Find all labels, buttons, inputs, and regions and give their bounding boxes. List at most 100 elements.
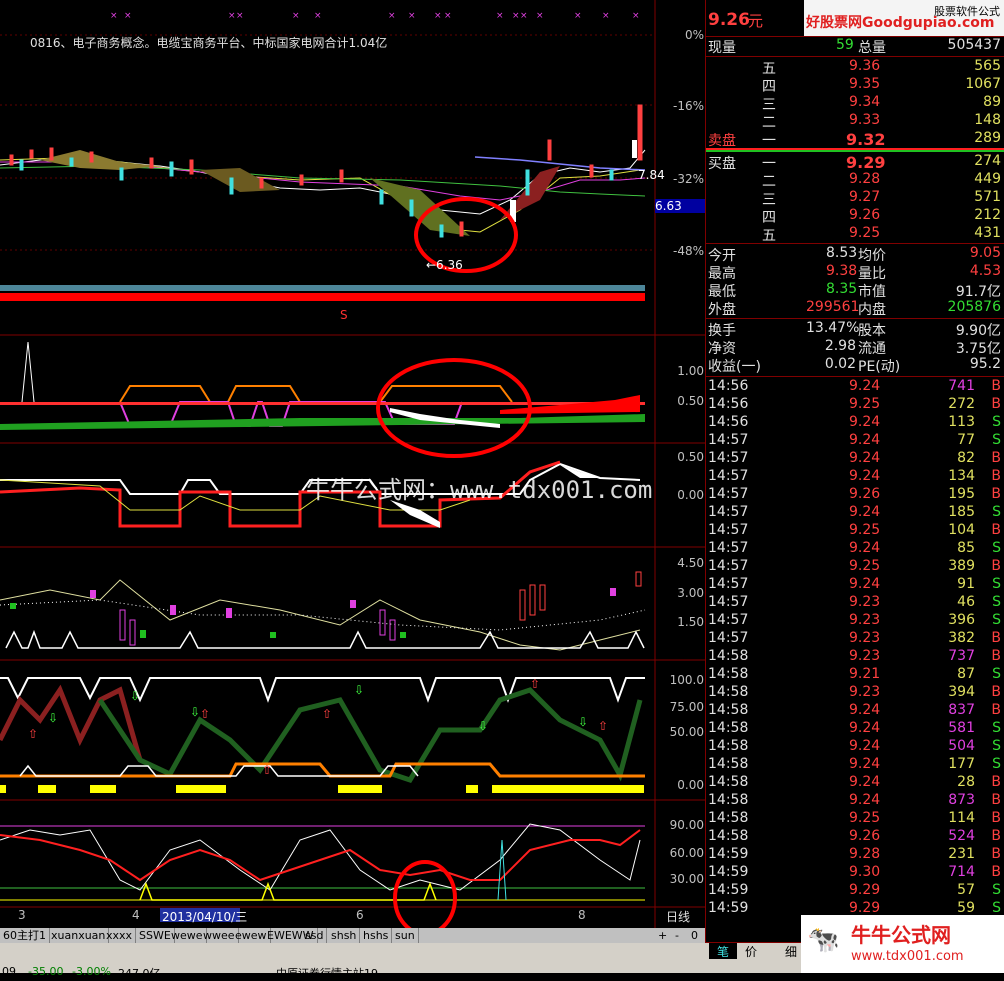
stat-row: 最高 9.38 量比 4.53 <box>708 263 1001 282</box>
site-logo: 股票软件公式 好股票网Goodgupiao.com <box>804 0 1004 36</box>
price-axis-label: -32% <box>672 172 704 186</box>
right-bottom-bar: 笔 价 细 🐄 牛牛公式网 www.tdx001.com <box>705 915 1004 973</box>
tick-volume: 113 <box>948 414 975 430</box>
buy-level-5: 五 9.25 431 <box>762 225 1001 244</box>
stat-row: 今开 8.53 均价 9.05 <box>708 245 1001 264</box>
svg-text:⇧: ⇧ <box>28 727 38 741</box>
tick-price: 9.24 <box>849 756 881 772</box>
tick-volume: 873 <box>948 792 975 808</box>
price-unit: 元 <box>748 12 764 30</box>
ind5-axis-label: 60.00 <box>669 846 704 860</box>
tick-price: 9.25 <box>849 522 881 538</box>
footer-watermark: 牛牛公式网 <box>851 923 951 947</box>
tick-time: 14:57 <box>708 450 749 466</box>
svg-text:×: × <box>536 11 544 21</box>
tick-side: B <box>991 396 1001 412</box>
tick-time: 14:57 <box>708 558 749 574</box>
tick-side: S <box>992 882 1001 898</box>
zoom-in-button[interactable]: + <box>655 928 670 943</box>
tick-time: 14:58 <box>708 792 749 808</box>
svg-text:×: × <box>236 11 244 21</box>
tab-formula[interactable]: ssd <box>302 928 328 943</box>
tick-side: B <box>991 558 1001 574</box>
tick-volume: 737 <box>948 648 975 664</box>
tick-volume: 59 <box>957 900 975 916</box>
tick-row: 14:57 9.24 82 B <box>706 450 1004 468</box>
tab-ticks[interactable]: 笔 <box>709 943 737 959</box>
tick-price: 9.25 <box>849 396 881 412</box>
tick-side: B <box>991 486 1001 502</box>
tab-formula[interactable]: sun <box>392 928 419 943</box>
tab-formula[interactable]: xuanxuan <box>48 928 110 943</box>
ind1-axis-label: 1.00 <box>677 364 704 378</box>
tab-formula[interactable]: 60主打1 <box>0 928 50 943</box>
ind4-axis-label: 50.00 <box>669 725 704 739</box>
status-server[interactable]: 中原证券行情主站19 <box>276 965 378 981</box>
tick-side: B <box>991 630 1001 646</box>
ind4-axis-label: 75.00 <box>669 700 704 714</box>
tick-row: 14:57 9.23 396 S <box>706 612 1004 630</box>
tick-volume: 82 <box>957 450 975 466</box>
tick-volume: 524 <box>948 828 975 844</box>
tick-price: 9.21 <box>849 666 881 682</box>
tick-price: 9.24 <box>849 792 881 808</box>
stat-row: 外盘 299561 内盘 205876 <box>708 299 1001 318</box>
stat-row: 换手 13.47% 股本 9.90亿 <box>708 320 1001 339</box>
tick-price: 9.24 <box>849 378 881 394</box>
tick-time: 14:57 <box>708 540 749 556</box>
tick-time: 14:58 <box>708 684 749 700</box>
chart-area[interactable]: × × × × × × × × × × × × × × × × × ⇧ ⇧ ⇧ … <box>0 0 705 928</box>
tick-time: 14:58 <box>708 756 749 772</box>
tick-side: S <box>992 432 1001 448</box>
stat-row: 最低 8.35 市值 91.7亿 <box>708 281 1001 300</box>
buy-level-1: 买盘 一 9.29 274 <box>708 153 1001 172</box>
stat-row: 收益(一) 0.02 PE(动) 95.2 <box>708 356 1001 375</box>
svg-text:×: × <box>512 11 520 21</box>
tick-row: 14:58 9.24 581 S <box>706 720 1004 738</box>
period-label[interactable]: 日线 <box>666 908 690 925</box>
tick-price: 9.23 <box>849 630 881 646</box>
zoom-out-button[interactable]: - <box>672 928 682 943</box>
ind5-axis-label: 90.00 <box>669 818 704 832</box>
tick-price: 9.28 <box>849 846 881 862</box>
tab-formula[interactable]: shsh <box>328 928 361 943</box>
buy-level-2: 二 9.28 449 <box>762 171 1001 190</box>
tick-side: B <box>991 522 1001 538</box>
tab-formula[interactable]: xxxx <box>103 928 137 943</box>
tick-volume: 389 <box>948 558 975 574</box>
logo-text: 好股票网Goodgupiao.com <box>806 15 995 31</box>
tick-row: 14:57 9.23 46 S <box>706 594 1004 612</box>
tick-row: 14:58 9.23 394 B <box>706 684 1004 702</box>
tick-side: B <box>991 378 1001 394</box>
tick-row: 14:58 9.23 737 B <box>706 648 1004 666</box>
ind5-axis-label: 30.00 <box>669 872 704 886</box>
tick-row: 14:57 9.25 389 B <box>706 558 1004 576</box>
tick-price: 9.24 <box>849 702 881 718</box>
tab-price[interactable]: 价 <box>745 943 757 960</box>
svg-text:⇧: ⇧ <box>262 763 272 777</box>
tick-volume: 396 <box>948 612 975 628</box>
svg-text:×: × <box>574 11 582 21</box>
indicator-chart[interactable]: × × × × × × × × × × × × × × × × × ⇧⇧ ⇧⇧ … <box>0 0 705 928</box>
svg-text:×: × <box>602 11 610 21</box>
tick-price: 9.26 <box>849 486 881 502</box>
tab-detail[interactable]: 细 <box>785 943 797 960</box>
tick-volume: 714 <box>948 864 975 880</box>
tick-volume: 87 <box>957 666 975 682</box>
reset-button[interactable]: 0 <box>688 928 701 943</box>
svg-text:⇩: ⇩ <box>478 719 488 733</box>
tick-list[interactable]: 14:56 9.24 741 B 14:56 9.25 272 B 14:56 9.24 113 S 1… <box>706 378 1004 918</box>
buy-level-3: 三 9.27 571 <box>762 189 1001 208</box>
tick-row: 14:57 9.24 77 S <box>706 432 1004 450</box>
tick-volume: 91 <box>957 576 975 592</box>
tick-price: 9.25 <box>849 810 881 826</box>
tick-side: B <box>991 774 1001 790</box>
svg-text:×: × <box>228 11 236 21</box>
tick-side: S <box>992 414 1001 430</box>
tick-volume: 231 <box>948 846 975 862</box>
tick-volume: 581 <box>948 720 975 736</box>
tick-side: S <box>992 756 1001 772</box>
tick-row: 14:57 9.23 382 B <box>706 630 1004 648</box>
tab-formula[interactable]: hshs <box>360 928 393 943</box>
tick-row: 14:58 9.21 87 S <box>706 666 1004 684</box>
